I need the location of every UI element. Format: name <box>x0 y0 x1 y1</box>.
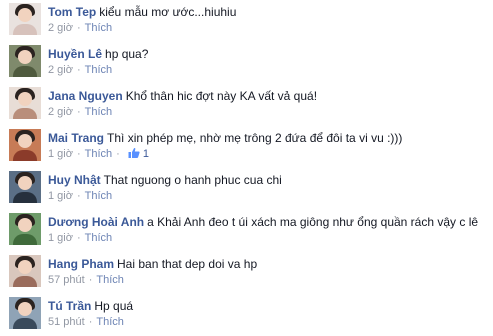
comment-text: a Khải Anh đeo t úi xách ma giông như ổn… <box>147 215 479 229</box>
comment-meta: 57 phút · Thích <box>48 273 124 288</box>
like-link[interactable]: Thích <box>85 106 113 118</box>
comment-timestamp[interactable]: 57 phút <box>48 274 85 286</box>
comment-author-link[interactable]: Huyền Lê <box>48 47 102 61</box>
separator: · <box>88 316 93 328</box>
comment-meta: 2 giờ · Thích <box>48 105 112 120</box>
avatar-body <box>13 318 37 329</box>
avatar-body <box>13 24 37 35</box>
like-link[interactable]: Thích <box>96 316 124 328</box>
avatar-face <box>18 176 32 190</box>
separator: · <box>76 64 81 76</box>
avatar-face <box>18 260 32 274</box>
comment-line: Huy Nhật That nguong o hanh phuc cua chi <box>48 172 488 188</box>
avatar-face <box>18 218 32 232</box>
comment-author-link[interactable]: Huy Nhật <box>48 173 101 187</box>
comment-meta: 1 giờ · Thích · 1 <box>48 147 149 162</box>
user-avatar-icon[interactable] <box>9 129 41 161</box>
comment-item: Tú Trần Hp quá 51 phút · Thích <box>0 294 493 334</box>
comment-item: Huy Nhật That nguong o hanh phuc cua chi 1… <box>0 168 493 208</box>
avatar-body <box>13 66 37 77</box>
separator: · <box>116 148 120 160</box>
separator: · <box>76 22 81 34</box>
like-link[interactable]: Thích <box>85 232 113 244</box>
comment-line: Tú Trần Hp quá <box>48 298 488 314</box>
comment-author-link[interactable]: Tú Trần <box>48 299 91 313</box>
comment-text: Khổ thân hic đợt này KA vất vả quá! <box>125 89 318 103</box>
like-link[interactable]: Thích <box>85 22 113 34</box>
avatar-face <box>18 134 32 148</box>
comment-meta: 2 giờ · Thích <box>48 63 112 78</box>
comment-text: Hp quá <box>94 299 134 313</box>
thumbs-up-icon <box>128 148 140 158</box>
avatar-body <box>13 108 37 119</box>
comment-author-link[interactable]: Jana Nguyen <box>48 89 123 103</box>
comment-meta: 2 giờ · Thích <box>48 21 112 36</box>
comment-timestamp[interactable]: 51 phút <box>48 316 85 328</box>
comment-item: Hang Pham Hai ban that dep doi va hp 57 ph… <box>0 252 493 292</box>
comment-line: Tom Tep kiểu mẫu mơ ước...hiuhiu <box>48 4 488 20</box>
comment-timestamp[interactable]: 1 giờ <box>48 148 73 160</box>
comment-meta: 1 giờ · Thích <box>48 231 112 246</box>
avatar-body <box>13 234 37 245</box>
comment-line: Jana Nguyen Khổ thân hic đợt này KA vất v… <box>48 88 488 104</box>
user-avatar-icon[interactable] <box>9 87 41 119</box>
comment-text: Thì xin phép mẹ, nhờ mẹ trông 2 đứa để đ… <box>107 131 403 145</box>
comment-line: Dương Hoài Anh a Khải Anh đeo t úi xách m… <box>48 214 488 230</box>
comment-timestamp[interactable]: 2 giờ <box>48 22 73 34</box>
comment-timestamp[interactable]: 2 giờ <box>48 64 73 76</box>
avatar-body <box>13 150 37 161</box>
user-avatar-icon[interactable] <box>9 45 41 77</box>
user-avatar-icon[interactable] <box>9 213 41 245</box>
comment-line: Hang Pham Hai ban that dep doi va hp <box>48 256 488 272</box>
comment-author-link[interactable]: Hang Pham <box>48 257 114 271</box>
separator: · <box>88 274 93 286</box>
comment-item: Jana Nguyen Khổ thân hic đợt này KA vất v… <box>0 84 493 124</box>
like-link[interactable]: Thích <box>85 64 113 76</box>
comment-item: Dương Hoài Anh a Khải Anh đeo t úi xách m… <box>0 210 493 250</box>
separator: · <box>76 232 81 244</box>
comment-author-link[interactable]: Dương Hoài Anh <box>48 215 144 229</box>
comment-timestamp[interactable]: 1 giờ <box>48 232 73 244</box>
comment-item: Mai Trang Thì xin phép mẹ, nhờ mẹ trông 2… <box>0 126 493 166</box>
user-avatar-icon[interactable] <box>9 3 41 35</box>
separator: · <box>76 106 81 118</box>
avatar-face <box>18 8 32 22</box>
comment-item: Tom Tep kiểu mẫu mơ ước...hiuhiu 2 giờ · Thí… <box>0 0 493 40</box>
comment-text: hp qua? <box>105 47 149 61</box>
comment-list: Tom Tep kiểu mẫu mơ ước...hiuhiu 2 giờ · Thí… <box>0 0 493 336</box>
comment-meta: 51 phút · Thích <box>48 315 124 330</box>
avatar-face <box>18 50 32 64</box>
like-link[interactable]: Thích <box>85 148 113 160</box>
comment-text: kiểu mẫu mơ ước...hiuhiu <box>99 5 237 19</box>
user-avatar-icon[interactable] <box>9 297 41 329</box>
avatar-face <box>18 92 32 106</box>
like-link[interactable]: Thích <box>85 190 113 202</box>
comment-line: Huyền Lê hp qua? <box>48 46 488 62</box>
comment-author-link[interactable]: Tom Tep <box>48 5 96 19</box>
avatar-face <box>18 302 32 316</box>
comment-item: Huyền Lê hp qua? 2 giờ · Thích <box>0 42 493 82</box>
like-count: 1 <box>142 148 149 160</box>
comment-timestamp[interactable]: 1 giờ <box>48 190 73 202</box>
comment-timestamp[interactable]: 2 giờ <box>48 106 73 118</box>
like-link[interactable]: Thích <box>96 274 124 286</box>
separator: · <box>76 190 81 202</box>
like-count-link[interactable]: 1 <box>128 148 149 160</box>
avatar-body <box>13 192 37 203</box>
separator: · <box>76 148 81 160</box>
comment-text: Hai ban that dep doi va hp <box>117 257 258 271</box>
avatar-body <box>13 276 37 287</box>
comment-line: Mai Trang Thì xin phép mẹ, nhờ mẹ trông 2… <box>48 130 488 146</box>
user-avatar-icon[interactable] <box>9 171 41 203</box>
comment-meta: 1 giờ · Thích <box>48 189 112 204</box>
comment-text: That nguong o hanh phuc cua chi <box>103 173 282 187</box>
user-avatar-icon[interactable] <box>9 255 41 287</box>
comment-author-link[interactable]: Mai Trang <box>48 131 104 145</box>
